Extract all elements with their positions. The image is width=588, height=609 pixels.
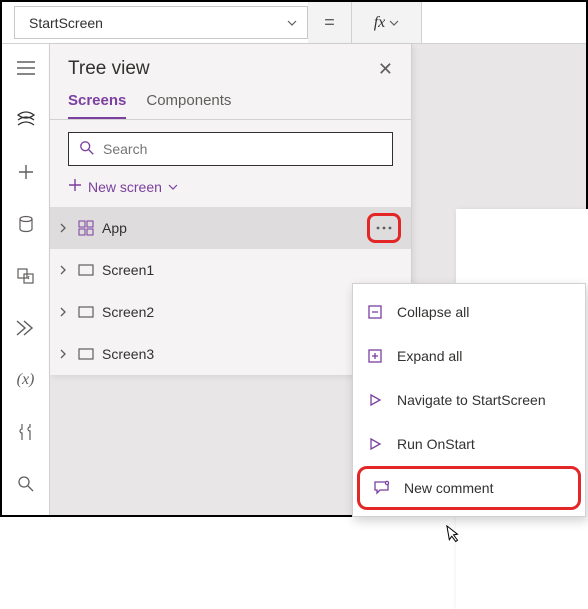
- app-icon: [76, 220, 96, 236]
- play-icon: [365, 390, 385, 410]
- hamburger-icon[interactable]: [10, 52, 42, 84]
- screen-icon: [76, 306, 96, 318]
- menu-item-label: Collapse all: [397, 304, 469, 320]
- variables-icon[interactable]: (x): [10, 364, 42, 396]
- equals-label: =: [324, 12, 335, 33]
- menu-new-comment[interactable]: New comment: [357, 466, 581, 510]
- menu-item-label: Run OnStart: [397, 436, 475, 452]
- chevron-down-icon: [168, 179, 178, 195]
- tree-item-label: Screen1: [102, 262, 403, 278]
- search-icon[interactable]: [10, 468, 42, 500]
- equals-cell: =: [308, 2, 352, 43]
- property-dropdown[interactable]: StartScreen: [14, 6, 308, 39]
- formula-input[interactable]: [422, 2, 586, 43]
- tree-item-label: App: [102, 220, 361, 236]
- tree-item-app[interactable]: App: [50, 207, 411, 249]
- tree-view-icon[interactable]: [10, 104, 42, 136]
- close-icon[interactable]: ✕: [378, 59, 393, 80]
- more-options-button[interactable]: [367, 213, 401, 243]
- chevron-right-icon[interactable]: [56, 307, 70, 317]
- new-screen-button[interactable]: New screen: [50, 174, 411, 207]
- insert-icon[interactable]: [10, 156, 42, 188]
- chevron-right-icon[interactable]: [56, 223, 70, 233]
- tab-components[interactable]: Components: [146, 92, 231, 119]
- data-icon[interactable]: [10, 208, 42, 240]
- play-icon: [365, 434, 385, 454]
- search-box[interactable]: [68, 132, 393, 166]
- menu-navigate[interactable]: Navigate to StartScreen: [353, 378, 585, 422]
- search-input[interactable]: [103, 141, 382, 157]
- formula-bar: StartScreen = fx: [2, 2, 586, 44]
- chevron-down-icon: [389, 18, 399, 28]
- media-icon[interactable]: [10, 260, 42, 292]
- tab-screens[interactable]: Screens: [68, 92, 126, 119]
- chevron-down-icon: [287, 18, 297, 28]
- comment-icon: [372, 478, 392, 498]
- screen-icon: [76, 348, 96, 360]
- advanced-tools-icon[interactable]: [10, 416, 42, 448]
- context-menu: Collapse all Expand all Navigate to Star…: [352, 283, 586, 517]
- menu-item-label: Navigate to StartScreen: [397, 392, 546, 408]
- left-rail: (x): [2, 44, 50, 515]
- menu-run-onstart[interactable]: Run OnStart: [353, 422, 585, 466]
- screen-icon: [76, 264, 96, 276]
- tree-view-tabs: Screens Components: [50, 84, 411, 120]
- new-screen-label: New screen: [88, 179, 162, 195]
- menu-collapse-all[interactable]: Collapse all: [353, 290, 585, 334]
- chevron-right-icon[interactable]: [56, 349, 70, 359]
- property-name: StartScreen: [29, 15, 103, 31]
- expand-icon: [365, 346, 385, 366]
- fx-cell[interactable]: fx: [352, 2, 422, 43]
- chevron-right-icon[interactable]: [56, 265, 70, 275]
- main-area: (x) Tree view ✕ Screens Components: [2, 44, 586, 515]
- menu-expand-all[interactable]: Expand all: [353, 334, 585, 378]
- collapse-icon: [365, 302, 385, 322]
- plus-icon: [68, 178, 82, 195]
- fx-label: fx: [374, 14, 386, 32]
- menu-item-label: Expand all: [397, 348, 462, 364]
- tree-view-title: Tree view: [68, 58, 150, 80]
- search-icon: [79, 140, 95, 159]
- power-automate-icon[interactable]: [10, 312, 42, 344]
- menu-item-label: New comment: [404, 480, 493, 496]
